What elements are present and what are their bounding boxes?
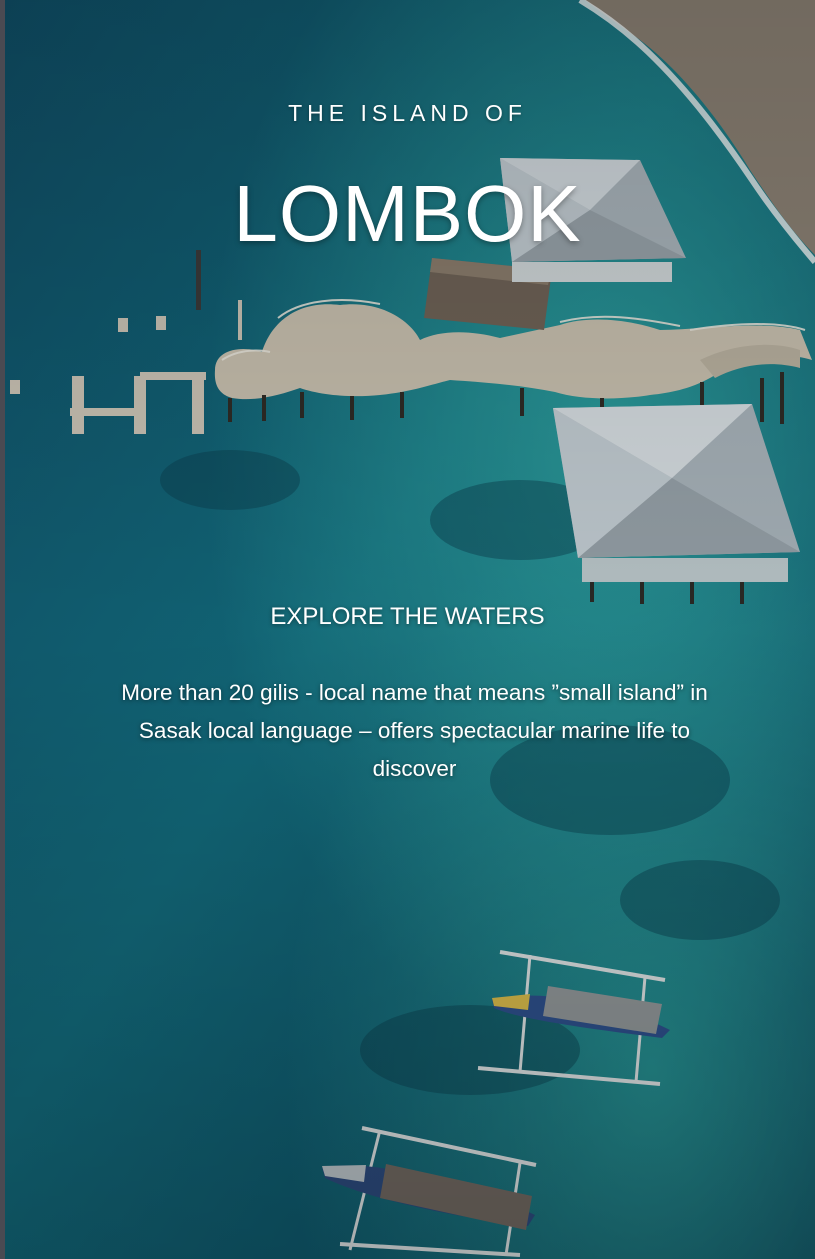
page-title: LOMBOK xyxy=(233,169,582,258)
poster: THE ISLAND OF LOMBOK EXPLORE THE WATERS … xyxy=(0,0,815,1259)
description-text: More than 20 gilis - local name that mea… xyxy=(121,680,708,781)
section-heading: EXPLORE THE WATERS xyxy=(270,603,545,630)
kicker-text: THE ISLAND OF xyxy=(288,100,527,126)
